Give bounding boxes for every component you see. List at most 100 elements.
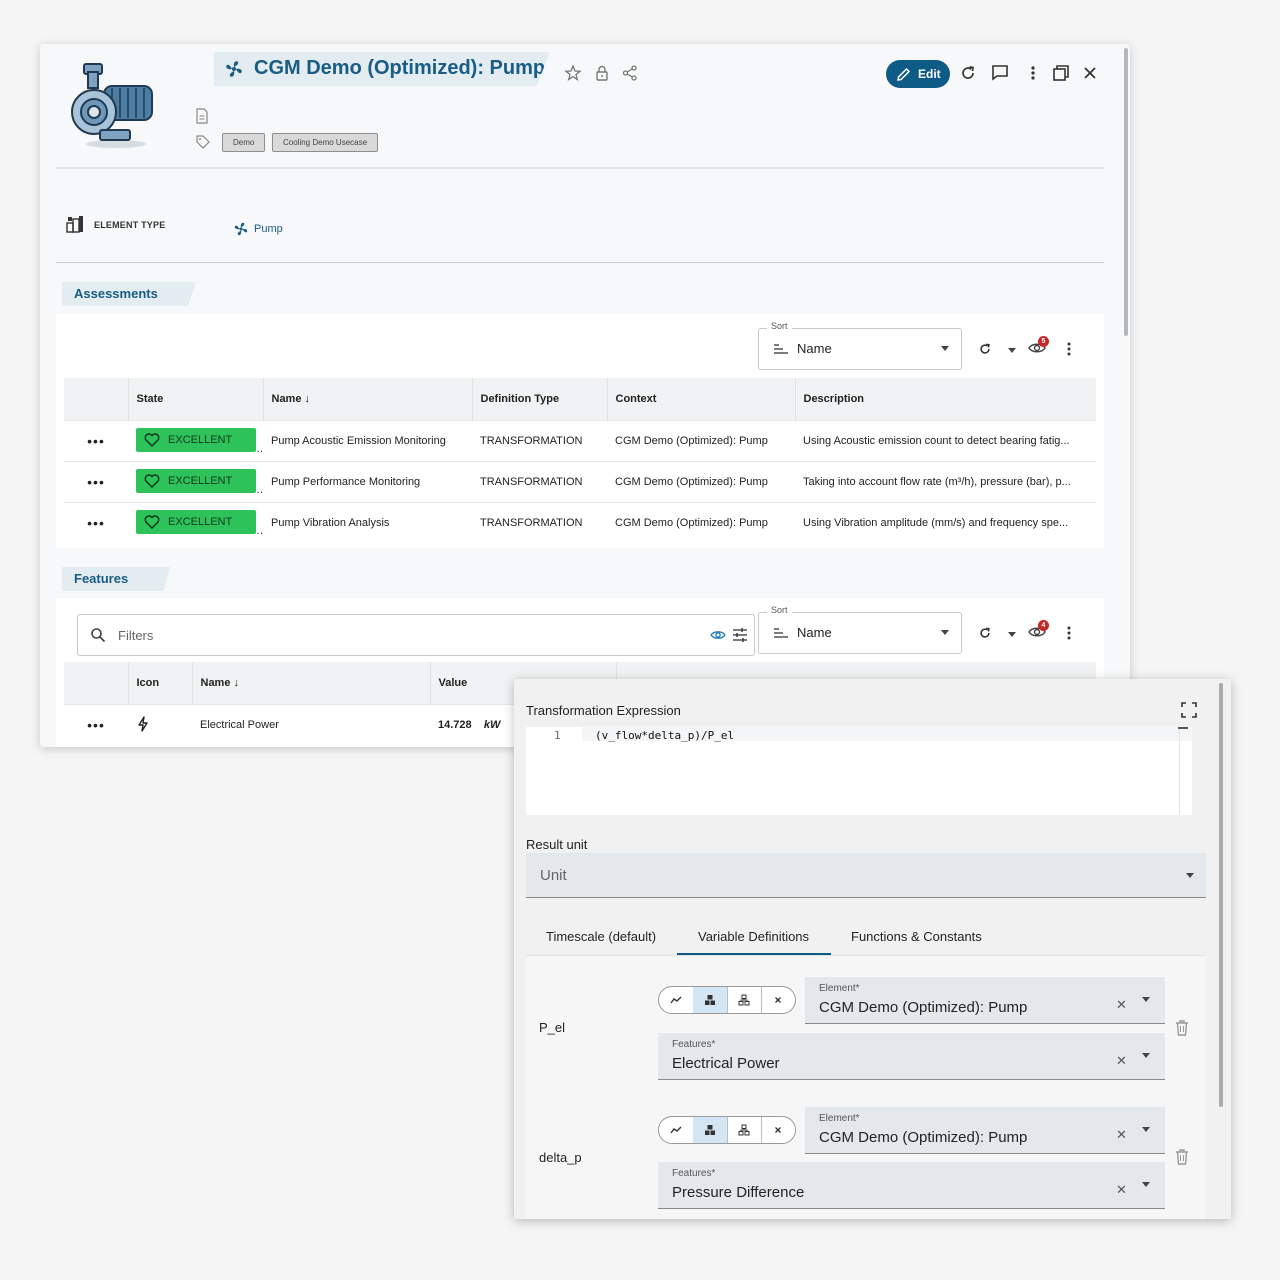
element-select[interactable]: Element* CGM Demo (Optimized): Pump ✕ <box>805 977 1165 1024</box>
hidden-columns-badge: 4 <box>1038 620 1049 631</box>
state-cell: EXCELLENT <box>128 420 263 462</box>
table-header-row: State Name ↓ Definition Type Context Des… <box>64 378 1096 421</box>
row-actions-icon[interactable]: ••• <box>64 704 128 745</box>
chevron-down-icon[interactable] <box>1142 1053 1150 1058</box>
clear-icon[interactable]: ✕ <box>1116 1127 1127 1143</box>
chevron-down-icon[interactable] <box>1142 1127 1150 1132</box>
column-header[interactable]: Definition Type <box>472 378 608 421</box>
chevron-down-icon[interactable] <box>1008 632 1016 637</box>
chevron-down-icon[interactable] <box>1008 348 1016 353</box>
heart-icon <box>144 473 160 488</box>
toggle-timeseries[interactable] <box>659 987 694 1013</box>
element-type-link[interactable]: Pump <box>254 223 283 235</box>
field-value: Pressure Difference <box>672 1184 805 1201</box>
chevron-down-icon[interactable] <box>1142 997 1150 1002</box>
assessments-sort-select[interactable]: Sort Name <box>758 321 962 370</box>
context-cell: CGM Demo (Optimized): Pump <box>607 461 795 503</box>
column-header[interactable]: Icon <box>128 662 193 705</box>
column-header-name[interactable]: Name ↓ <box>263 378 473 421</box>
refresh-icon[interactable] <box>978 626 992 640</box>
line-number: 1 <box>554 729 561 742</box>
row-actions-icon[interactable]: ••• <box>64 502 128 543</box>
column-header[interactable]: State <box>128 378 264 421</box>
code-editor[interactable]: 1 (v_flow*delta_p)/P_el <box>526 727 1192 815</box>
scrollbar-thumb[interactable] <box>1219 683 1223 1107</box>
editor-minimap-marker <box>1178 727 1188 729</box>
clear-icon[interactable]: ✕ <box>1116 997 1127 1013</box>
sort-icon <box>774 628 788 638</box>
table-row[interactable]: ••• EXCELLENT Pump Acoustic Emission Mon… <box>64 420 1096 462</box>
scrollbar[interactable] <box>1120 44 1130 747</box>
more-vert-icon[interactable] <box>1024 64 1042 82</box>
clear-icon[interactable]: ✕ <box>1116 1053 1127 1069</box>
features-section-tab[interactable]: Features <box>62 567 170 591</box>
features-sort-select[interactable]: Sort Name <box>758 605 962 654</box>
heart-icon <box>144 514 160 529</box>
toggle-feature[interactable] <box>693 987 728 1013</box>
filters-input[interactable]: Filters <box>77 614 755 656</box>
toggle-feature[interactable] <box>693 1117 728 1143</box>
name-cell: Pump Vibration Analysis <box>263 502 472 543</box>
toggle-hierarchy[interactable] <box>727 1117 762 1143</box>
unit-select[interactable]: Unit <box>526 853 1206 898</box>
source-type-toggle[interactable] <box>658 1116 796 1144</box>
chevron-down-icon[interactable] <box>1142 1182 1150 1187</box>
cubes-icon <box>705 995 715 1005</box>
unit-placeholder: Unit <box>540 867 567 884</box>
trash-icon[interactable] <box>1174 1148 1190 1166</box>
column-header[interactable]: Context <box>607 378 796 421</box>
document-icon[interactable] <box>195 108 209 124</box>
page-title: CGM Demo (Optimized): Pump <box>254 57 546 79</box>
line-chart-icon <box>670 996 682 1004</box>
trash-icon[interactable] <box>1174 1019 1190 1037</box>
tag-chip[interactable]: Demo <box>222 133 266 152</box>
share-icon[interactable] <box>621 64 639 82</box>
close-icon <box>775 997 781 1003</box>
edit-button-label: Edit <box>918 67 941 81</box>
element-type-label: ELEMENT TYPE <box>94 220 166 230</box>
visibility-icon[interactable] <box>710 629 726 641</box>
column-header-actions <box>64 378 129 421</box>
expression-code[interactable]: (v_flow*delta_p)/P_el <box>595 729 734 742</box>
fullscreen-icon[interactable] <box>1180 701 1198 719</box>
row-actions-icon[interactable]: ••• <box>64 461 128 503</box>
table-row[interactable]: ••• EXCELLENT Pump Vibration Analysis TR… <box>64 502 1096 543</box>
element-select[interactable]: Element* CGM Demo (Optimized): Pump ✕ <box>805 1107 1165 1154</box>
star-icon[interactable] <box>564 64 582 82</box>
column-header-label: Name <box>271 393 302 405</box>
tab-functions-constants[interactable]: Functions & Constants <box>851 929 982 944</box>
source-type-toggle[interactable] <box>658 986 796 1014</box>
tune-icon[interactable] <box>732 627 748 643</box>
result-unit-label: Result unit <box>526 837 588 852</box>
tag-chip[interactable]: Cooling Demo Usecase <box>272 133 379 152</box>
more-vert-icon[interactable] <box>1062 341 1076 357</box>
column-header[interactable]: Description <box>795 378 1096 421</box>
close-icon[interactable] <box>1081 64 1099 82</box>
refresh-icon[interactable] <box>959 64 977 82</box>
lock-icon[interactable] <box>593 64 611 82</box>
status-label: EXCELLENT <box>168 474 233 487</box>
name-cell: Pump Performance Monitoring <box>263 461 472 503</box>
tag-icon[interactable] <box>195 134 211 150</box>
comment-icon[interactable] <box>991 64 1009 82</box>
refresh-icon[interactable] <box>978 342 992 356</box>
toggle-clear[interactable] <box>761 987 795 1013</box>
assessments-section-tab[interactable]: Assessments <box>62 282 196 306</box>
status-label: EXCELLENT <box>168 515 233 528</box>
tab-timescale[interactable]: Timescale (default) <box>546 929 656 944</box>
restore-window-icon[interactable] <box>1052 64 1070 82</box>
edit-button[interactable]: Edit <box>886 60 950 88</box>
scrollbar-thumb[interactable] <box>1124 48 1128 336</box>
toggle-hierarchy[interactable] <box>727 987 762 1013</box>
features-select[interactable]: Features* Electrical Power ✕ <box>658 1033 1165 1080</box>
toggle-clear[interactable] <box>761 1117 795 1143</box>
clear-icon[interactable]: ✕ <box>1116 1182 1127 1198</box>
heart-icon <box>144 432 160 447</box>
tab-variable-definitions[interactable]: Variable Definitions <box>698 929 809 944</box>
table-row[interactable]: ••• EXCELLENT Pump Performance Monitorin… <box>64 461 1096 503</box>
more-vert-icon[interactable] <box>1062 625 1076 641</box>
toggle-timeseries[interactable] <box>659 1117 694 1143</box>
row-actions-icon[interactable]: ••• <box>64 420 128 462</box>
column-header-name[interactable]: Name ↓ <box>192 662 431 705</box>
features-select[interactable]: Features* Pressure Difference ✕ <box>658 1162 1165 1209</box>
